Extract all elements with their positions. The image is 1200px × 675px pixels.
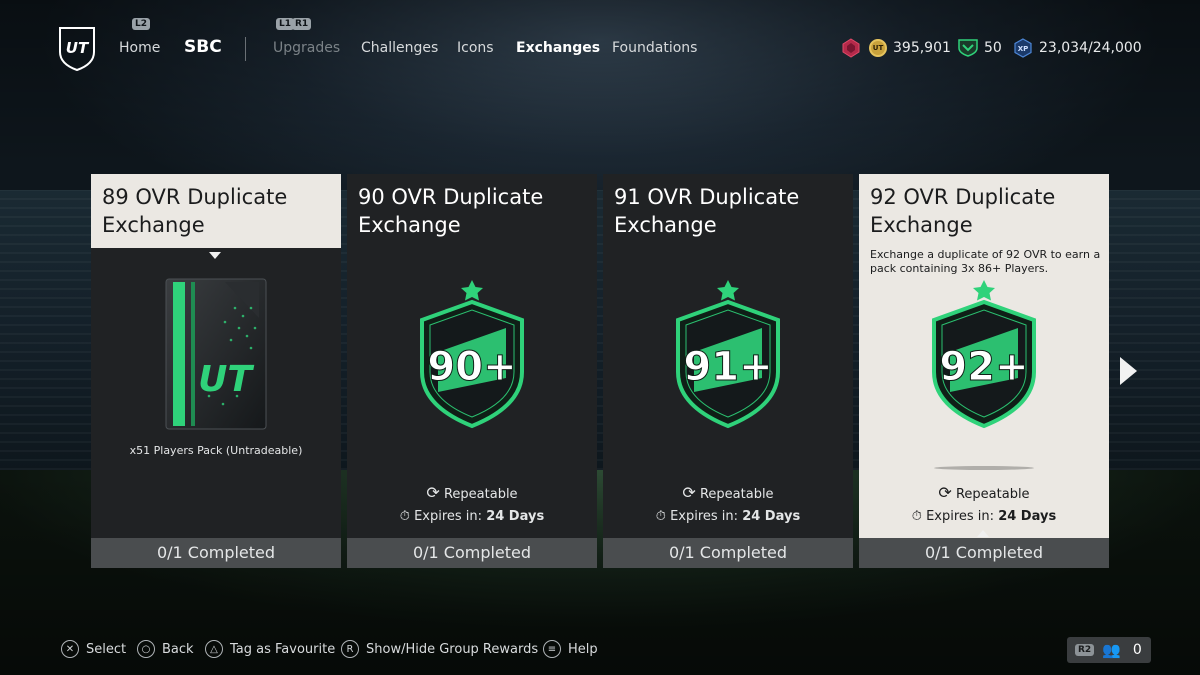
r2-hint-icon: R2 (1075, 644, 1095, 656)
expiry-label: ⏱ Expires in: 24 Days (655, 509, 801, 524)
card-title-line1: 91 OVR Duplicate (614, 185, 800, 209)
right-stick-icon: R (341, 640, 359, 658)
stopwatch-icon: ⏱ (655, 509, 666, 524)
card-description: Exchange a duplicate of 92 OVR to earn a… (870, 248, 1101, 275)
coins-value: 395,901 (893, 40, 951, 56)
card-header: 91 OVR Duplicate Exchange (603, 174, 853, 248)
card-title-line2: Exchange (102, 213, 205, 237)
ovr-badge-icon: 91+ (676, 280, 780, 429)
repeat-icon: ⟳ (426, 483, 440, 502)
next-page-arrow-icon[interactable] (1120, 357, 1137, 385)
players-pack-image: UT (165, 278, 267, 430)
hint-select[interactable]: ✕ Select (61, 640, 126, 658)
card-title-line1: 90 OVR Duplicate (358, 185, 544, 209)
tab-upgrades[interactable]: Upgrades (273, 40, 340, 56)
card-title-line1: 92 OVR Duplicate (870, 185, 1056, 209)
sbc-points-icon (958, 39, 978, 57)
svg-text:91+: 91+ (683, 344, 772, 390)
pack-reward-label: x51 Players Pack (Untradeable) (129, 444, 303, 457)
hint-help[interactable]: ≡ Help (543, 640, 598, 658)
tab-exchanges[interactable]: Exchanges (516, 40, 600, 56)
sbc-points-balance: 50 (958, 38, 1002, 58)
coins-balance: UT 395,901 (869, 38, 951, 58)
hint-favourite[interactable]: △ Tag as Favourite (205, 640, 335, 658)
card-header: 90 OVR Duplicate Exchange (347, 174, 597, 248)
svg-text:UT: UT (66, 39, 90, 57)
sbc-points-value: 50 (984, 40, 1002, 56)
svg-text:92+: 92+ (939, 344, 1028, 390)
circle-button-icon: ○ (137, 640, 155, 658)
xp-value: 23,034/24,000 (1039, 40, 1142, 56)
card-header: 89 OVR Duplicate Exchange (91, 174, 341, 248)
completion-status: 0/1 Completed (347, 538, 597, 568)
r1-hint-icon: R1 (292, 18, 312, 30)
touchpad-icon: ≡ (543, 640, 561, 658)
group-count: 0 (1132, 642, 1142, 658)
expiry-label: ⏱ Expires in: 24 Days (399, 509, 545, 524)
tab-icons[interactable]: Icons (457, 40, 494, 56)
repeatable-label: ⟳ Repeatable (426, 483, 518, 502)
svg-text:90+: 90+ (427, 344, 516, 390)
friends-icon: 👥 (1102, 641, 1121, 659)
tab-foundations[interactable]: Foundations (612, 40, 697, 56)
completion-status: 0/1 Completed (603, 538, 853, 568)
card-title-line1: 89 OVR Duplicate (102, 185, 288, 209)
nav-divider (245, 37, 246, 61)
badge-shadow (934, 466, 1034, 470)
cross-button-icon: ✕ (61, 640, 79, 658)
xp-balance: XP 23,034/24,000 (1013, 38, 1142, 58)
completion-status: 0/1 Completed (859, 538, 1109, 568)
tab-challenges[interactable]: Challenges (361, 40, 438, 56)
hint-toggle-rewards[interactable]: R Show/Hide Group Rewards (341, 640, 538, 658)
ovr-badge-icon: 92+ (932, 280, 1036, 429)
repeat-icon: ⟳ (682, 483, 696, 502)
header-pointer-icon (209, 252, 221, 259)
repeat-icon: ⟳ (938, 483, 952, 502)
repeatable-label: ⟳ Repeatable (938, 483, 1030, 502)
repeatable-label: ⟳ Repeatable (682, 483, 774, 502)
completion-status: 0/1 Completed (91, 538, 341, 568)
footer-pointer-icon (977, 530, 989, 537)
ut-logo: UT (59, 27, 95, 72)
card-header: 92 OVR Duplicate Exchange (859, 174, 1109, 248)
exchange-card-91[interactable]: 91 OVR Duplicate Exchange 91+ ⟳ Repeatab… (603, 174, 853, 568)
ovr-badge-icon: 90+ (420, 280, 524, 429)
l2-hint-icon: L2 (132, 18, 150, 30)
card-title-line2: Exchange (870, 213, 973, 237)
exchange-card-90[interactable]: 90 OVR Duplicate Exchange 90+ ⟳ Repeatab… (347, 174, 597, 568)
card-title-line2: Exchange (358, 213, 461, 237)
group-members[interactable]: R2 👥 0 (1067, 637, 1151, 663)
expiry-label: ⏱ Expires in: 24 Days (911, 509, 1057, 524)
exchange-card-92[interactable]: 92 OVR Duplicate Exchange Exchange a dup… (859, 174, 1109, 568)
svg-text:UT: UT (198, 359, 254, 400)
exchange-card-89[interactable]: 89 OVR Duplicate Exchange UT x51 Players… (91, 174, 341, 568)
stopwatch-icon: ⏱ (911, 509, 922, 524)
nav-sbc[interactable]: SBC (184, 37, 222, 57)
card-title-line2: Exchange (614, 213, 717, 237)
hint-back[interactable]: ○ Back (137, 640, 194, 658)
stopwatch-icon: ⏱ (399, 509, 410, 524)
xp-icon: XP (1014, 38, 1032, 58)
coin-icon: UT (869, 39, 887, 57)
fc-points-gem-icon (842, 38, 860, 58)
svg-text:XP: XP (1018, 45, 1029, 53)
triangle-button-icon: △ (205, 640, 223, 658)
nav-home[interactable]: Home (119, 40, 160, 56)
